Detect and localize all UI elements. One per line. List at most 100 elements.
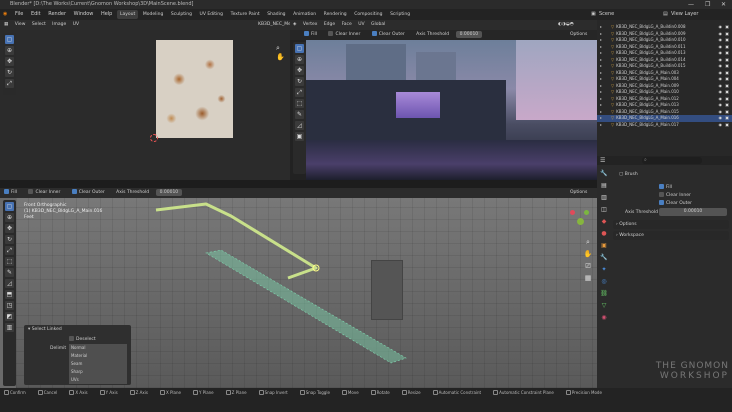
image-selector[interactable]: KB3D_NEC_MetalPaintedWeathers_ba bbox=[258, 20, 290, 29]
bevel-tool-icon[interactable]: ◩ bbox=[5, 312, 14, 321]
select-box-tool-icon[interactable]: ▢ bbox=[5, 202, 14, 211]
menu-file[interactable]: File bbox=[12, 9, 26, 20]
rotate-tool-icon[interactable]: ↻ bbox=[5, 235, 14, 244]
menu-edit[interactable]: Edit bbox=[28, 9, 44, 20]
navigation-gizmo[interactable] bbox=[568, 206, 592, 230]
rotate-tool-icon[interactable]: ↻ bbox=[5, 68, 14, 77]
move-tool-icon[interactable]: ✥ bbox=[5, 224, 14, 233]
shading-modes-icon[interactable]: ◐◑◒◓ bbox=[558, 20, 574, 29]
select-linked-panel[interactable]: ▾ Select Linked Deselect Delimit Normal … bbox=[24, 325, 131, 385]
particles-tab-icon[interactable]: ✦ bbox=[599, 264, 609, 276]
cursor-tool-icon[interactable]: ⊕ bbox=[295, 55, 304, 64]
options-dropdown[interactable]: Options bbox=[570, 188, 587, 197]
tab-sculpting[interactable]: Sculpting bbox=[168, 10, 195, 19]
axis-threshold-field[interactable]: 0.00010 bbox=[455, 31, 483, 38]
prop-fill-checkbox[interactable]: Fill bbox=[659, 184, 672, 190]
menu-render[interactable]: Render bbox=[45, 9, 69, 20]
uv-menu-uv[interactable]: UV bbox=[73, 20, 79, 29]
delimit-material[interactable]: Material bbox=[69, 352, 127, 360]
tool-tab-icon[interactable]: 🔧 bbox=[599, 168, 609, 180]
workspace-panel-header[interactable]: › Workspace bbox=[613, 231, 729, 240]
uv-menu-select[interactable]: Select bbox=[32, 20, 46, 29]
clear-inner-checkbox[interactable]: Clear Inner bbox=[328, 30, 365, 39]
extrude-tool-icon[interactable]: ⬒ bbox=[5, 290, 14, 299]
axis-threshold-field[interactable]: 0.00010 bbox=[155, 189, 183, 196]
grid-icon[interactable]: ▦ bbox=[582, 272, 594, 284]
outliner[interactable]: ▸ ▽ KB3D_NEC_BldgLG_A_Buildin0.008 ◉ ▣ ▸ ▽ KB3… bbox=[597, 20, 732, 156]
clear-outer-checkbox[interactable]: Clear Outer bbox=[371, 30, 410, 39]
menu-uv[interactable]: UV bbox=[358, 20, 364, 29]
add-cube-tool-icon[interactable]: ▣ bbox=[295, 132, 304, 141]
tab-uv-editing[interactable]: UV Editing bbox=[197, 10, 226, 19]
transform-orientation[interactable]: Global bbox=[371, 20, 385, 29]
view-layer-tab-icon[interactable]: ◫ bbox=[599, 204, 609, 216]
uv-2d-cursor-icon[interactable] bbox=[150, 134, 158, 142]
cursor-tool-icon[interactable]: ⊕ bbox=[5, 46, 14, 55]
output-tab-icon[interactable]: ▥ bbox=[599, 192, 609, 204]
measure-tool-icon[interactable]: ◿ bbox=[295, 121, 304, 130]
editor-type-3d-icon[interactable]: ◈ bbox=[293, 20, 296, 29]
expand-arrow-icon[interactable]: ▸ bbox=[600, 122, 602, 129]
pan-hand-icon[interactable]: ✋ bbox=[276, 53, 286, 61]
zoom-icon[interactable]: ⌕ bbox=[276, 44, 286, 53]
world-tab-icon[interactable]: ● bbox=[599, 228, 609, 240]
main-viewport[interactable]: Fill Clear Inner Clear Outer Axis Thresh… bbox=[0, 188, 597, 388]
select-box-tool-icon[interactable]: ▢ bbox=[295, 44, 304, 53]
options-panel-header[interactable]: › Options bbox=[613, 220, 729, 229]
prop-axis-threshold-field[interactable]: 0.00010 bbox=[659, 208, 727, 216]
delimit-seam[interactable]: Seam bbox=[69, 360, 127, 368]
delimit-uvs[interactable]: UVs bbox=[69, 376, 127, 384]
scale-tool-icon[interactable]: ⤢ bbox=[295, 88, 304, 97]
tab-rendering[interactable]: Rendering bbox=[321, 10, 350, 19]
select-mode-menu[interactable]: Vertex bbox=[303, 20, 317, 29]
fill-checkbox[interactable]: Fill bbox=[304, 30, 322, 39]
annotate-tool-icon[interactable]: ✎ bbox=[295, 110, 304, 119]
data-tab-icon[interactable]: ▽ bbox=[599, 300, 609, 312]
menu-help[interactable]: Help bbox=[98, 9, 115, 20]
render-tab-icon[interactable]: ▤ bbox=[599, 180, 609, 192]
move-tool-icon[interactable]: ✥ bbox=[295, 66, 304, 75]
outliner-row[interactable]: ▸ ▽ KB3D_NEC_BldgLG_A_Main.017 ◉ ▣ bbox=[597, 122, 732, 129]
render-viewport[interactable]: ◈ Vertex Edge Face UV Global ◐◑◒◓ Fill C… bbox=[290, 20, 597, 180]
physics-tab-icon[interactable]: ◎ bbox=[599, 276, 609, 288]
inset-tool-icon[interactable]: ◳ bbox=[5, 301, 14, 310]
minimize-button[interactable]: — bbox=[688, 0, 694, 9]
prop-clear-outer-checkbox[interactable]: Clear Outer bbox=[659, 200, 692, 206]
properties-search-icon[interactable]: ⌕ bbox=[642, 157, 702, 164]
tab-compositing[interactable]: Compositing bbox=[351, 10, 385, 19]
tab-texture-paint[interactable]: Texture Paint bbox=[228, 10, 263, 19]
tab-shading[interactable]: Shading bbox=[264, 10, 288, 19]
material-tab-icon[interactable]: ◉ bbox=[599, 312, 609, 324]
rotate-tool-icon[interactable]: ↻ bbox=[295, 77, 304, 86]
fill-checkbox[interactable]: Fill bbox=[4, 188, 22, 197]
prop-clear-inner-checkbox[interactable]: Clear Inner bbox=[659, 192, 691, 198]
zoom-icon[interactable]: ⌕ bbox=[582, 236, 594, 248]
select-linked-title[interactable]: ▾ Select Linked bbox=[28, 327, 62, 332]
clear-outer-checkbox[interactable]: Clear Outer bbox=[71, 188, 110, 197]
select-box-tool-icon[interactable]: ▢ bbox=[5, 35, 14, 44]
measure-tool-icon[interactable]: ◿ bbox=[5, 279, 14, 288]
blender-logo-icon[interactable]: ◉ bbox=[0, 9, 10, 20]
menu-window[interactable]: Window bbox=[71, 9, 97, 20]
cursor-tool-icon[interactable]: ⊕ bbox=[5, 213, 14, 222]
delimit-normal[interactable]: Normal bbox=[69, 344, 127, 352]
menu-face[interactable]: Face bbox=[342, 20, 352, 29]
transform-tool-icon[interactable]: ⬚ bbox=[295, 99, 304, 108]
collapse-arrow-icon[interactable]: ▾ bbox=[28, 327, 30, 332]
uv-menu-image[interactable]: Image bbox=[52, 20, 66, 29]
loop-cut-tool-icon[interactable]: ▥ bbox=[5, 323, 14, 332]
object-tab-icon[interactable]: ▣ bbox=[599, 240, 609, 252]
maximize-button[interactable]: ❐ bbox=[705, 0, 710, 9]
z-axis-icon[interactable] bbox=[577, 218, 584, 225]
y-axis-icon[interactable] bbox=[584, 210, 589, 215]
visibility-toggle-icon[interactable]: ◉ ▣ bbox=[718, 122, 730, 129]
editor-type-icon[interactable]: ▦ bbox=[4, 20, 8, 29]
transform-tool-icon[interactable]: ⬚ bbox=[5, 257, 14, 266]
scene-selector[interactable]: Scene bbox=[596, 9, 617, 20]
uv-menu-view[interactable]: View bbox=[15, 20, 26, 29]
options-dropdown[interactable]: Options bbox=[570, 30, 587, 39]
tab-animation[interactable]: Animation bbox=[290, 10, 319, 19]
properties-editor[interactable]: ☰ ⌕ 🔧 ▤ ▥ ◫ ◆ ● ▣ 🔧 ✦ ◎ ⛓ ▽ ◉ ▢ Brush Fi… bbox=[597, 156, 732, 388]
camera-icon[interactable]: ⎚ bbox=[582, 260, 594, 272]
move-tool-icon[interactable]: ✥ bbox=[5, 57, 14, 66]
